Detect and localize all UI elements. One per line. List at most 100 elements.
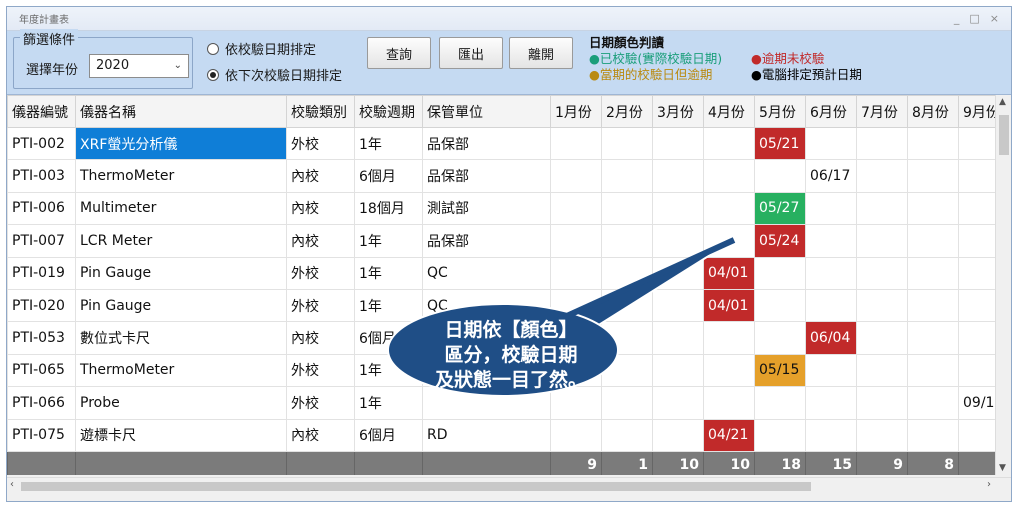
month-cell[interactable] [703, 321, 755, 355]
custodian-unit-cell[interactable]: QC [422, 256, 551, 290]
month-cell[interactable] [754, 386, 806, 420]
month-cell[interactable] [805, 224, 857, 258]
table-row[interactable]: PTI-003 ThermoMeter 內校 6個月 品保部 06/17 [7, 159, 1010, 193]
month-cell[interactable] [652, 159, 704, 193]
month-cell[interactable] [805, 418, 857, 452]
month-cell[interactable] [907, 386, 959, 420]
calibration-type-cell[interactable]: 內校 [286, 191, 355, 226]
calibration-type-cell[interactable]: 內校 [286, 159, 355, 193]
month-cell[interactable] [856, 353, 908, 388]
month-cell[interactable] [703, 353, 755, 388]
month-cell[interactable] [601, 418, 653, 452]
month-cell[interactable] [550, 126, 602, 161]
minimize-button[interactable]: _ [954, 12, 960, 25]
month-cell[interactable] [703, 386, 755, 420]
month-cell[interactable] [754, 159, 806, 193]
instrument-id-cell[interactable]: PTI-075 [7, 418, 76, 452]
calibration-type-cell[interactable]: 外校 [286, 256, 355, 290]
month-cell[interactable] [754, 321, 806, 355]
calibration-cycle-cell[interactable]: 1年 [354, 256, 423, 290]
instrument-id-cell[interactable]: PTI-053 [7, 321, 76, 355]
instrument-id-cell[interactable]: PTI-065 [7, 353, 76, 388]
month-cell[interactable] [805, 353, 857, 388]
maximize-button[interactable]: □ [969, 12, 979, 25]
close-button[interactable]: × [990, 12, 999, 25]
month-cell[interactable] [805, 126, 857, 161]
horizontal-scrollbar[interactable]: ‹ › [7, 477, 1011, 493]
month-cell[interactable] [652, 288, 704, 323]
calibration-type-cell[interactable]: 內校 [286, 224, 355, 258]
month-cell[interactable]: 06/04 [805, 321, 857, 355]
year-select[interactable]: 2020 ⌄ [89, 54, 189, 78]
month-cell[interactable] [652, 224, 704, 258]
month-cell[interactable] [856, 159, 908, 193]
instrument-name-cell[interactable]: ThermoMeter [75, 159, 287, 193]
month-cell[interactable] [856, 256, 908, 290]
month-cell[interactable] [805, 386, 857, 420]
column-header[interactable]: 7月份 [856, 95, 908, 128]
vertical-scroll-thumb[interactable] [999, 115, 1009, 155]
month-cell[interactable]: 05/15 [754, 353, 806, 388]
month-cell[interactable] [550, 159, 602, 193]
month-cell[interactable] [652, 418, 704, 452]
table-row[interactable]: PTI-007 LCR Meter 內校 1年 品保部 05/24 [7, 224, 1010, 258]
scroll-down-icon[interactable]: ▼ [999, 463, 1006, 473]
column-header[interactable]: 儀器編號 [7, 95, 76, 128]
instrument-name-cell[interactable]: Probe [75, 386, 287, 420]
instrument-id-cell[interactable]: PTI-019 [7, 256, 76, 290]
table-row[interactable]: PTI-019 Pin Gauge 外校 1年 QC 04/01 [7, 256, 1010, 290]
instrument-id-cell[interactable]: PTI-002 [7, 126, 76, 161]
calibration-type-cell[interactable]: 內校 [286, 418, 355, 452]
calibration-cycle-cell[interactable]: 18個月 [354, 191, 423, 226]
month-cell[interactable] [907, 191, 959, 226]
month-cell[interactable] [856, 321, 908, 355]
column-header[interactable]: 校驗週期 [354, 95, 423, 128]
month-cell[interactable]: 05/24 [754, 224, 806, 258]
instrument-id-cell[interactable]: PTI-003 [7, 159, 76, 193]
calibration-type-cell[interactable]: 外校 [286, 386, 355, 420]
instrument-name-cell[interactable]: Pin Gauge [75, 256, 287, 290]
month-cell[interactable] [907, 353, 959, 388]
radio-by-next-calibration-date[interactable]: 依下次校驗日期排定 [207, 65, 342, 84]
calibration-type-cell[interactable]: 外校 [286, 353, 355, 388]
instrument-name-cell[interactable]: LCR Meter [75, 224, 287, 258]
month-cell[interactable]: 04/01 [703, 288, 755, 323]
calibration-type-cell[interactable]: 外校 [286, 288, 355, 323]
month-cell[interactable] [856, 418, 908, 452]
month-cell[interactable] [856, 386, 908, 420]
column-header[interactable]: 保管單位 [422, 95, 551, 128]
custodian-unit-cell[interactable]: 測試部 [422, 191, 551, 226]
instrument-id-cell[interactable]: PTI-006 [7, 191, 76, 226]
column-header[interactable]: 5月份 [754, 95, 806, 128]
month-cell[interactable] [754, 256, 806, 290]
exit-button[interactable]: 離開 [509, 37, 573, 69]
month-cell[interactable] [652, 386, 704, 420]
month-cell[interactable] [601, 224, 653, 258]
instrument-name-cell[interactable]: Pin Gauge [75, 288, 287, 323]
export-button[interactable]: 匯出 [439, 37, 503, 69]
scroll-up-icon[interactable]: ▲ [999, 97, 1006, 107]
query-button[interactable]: 查詢 [367, 37, 431, 69]
month-cell[interactable] [652, 321, 704, 355]
table-row[interactable]: PTI-002 XRF螢光分析儀 外校 1年 品保部 05/21 [7, 126, 1010, 161]
month-cell[interactable]: 05/27 [754, 191, 806, 226]
month-cell[interactable] [907, 288, 959, 323]
column-header[interactable]: 4月份 [703, 95, 755, 128]
column-header[interactable]: 校驗類別 [286, 95, 355, 128]
month-cell[interactable] [652, 126, 704, 161]
radio-by-calibration-date[interactable]: 依校驗日期排定 [207, 39, 316, 58]
month-cell[interactable] [601, 159, 653, 193]
month-cell[interactable] [805, 256, 857, 290]
month-cell[interactable] [907, 224, 959, 258]
month-cell[interactable] [907, 159, 959, 193]
table-row[interactable]: PTI-006 Multimeter 內校 18個月 測試部 05/27 [7, 191, 1010, 226]
month-cell[interactable] [805, 288, 857, 323]
month-cell[interactable] [550, 191, 602, 226]
column-header[interactable]: 6月份 [805, 95, 857, 128]
month-cell[interactable] [601, 126, 653, 161]
calibration-type-cell[interactable]: 外校 [286, 126, 355, 161]
month-cell[interactable] [550, 224, 602, 258]
month-cell[interactable] [754, 418, 806, 452]
month-cell[interactable] [907, 418, 959, 452]
month-cell[interactable] [703, 126, 755, 161]
